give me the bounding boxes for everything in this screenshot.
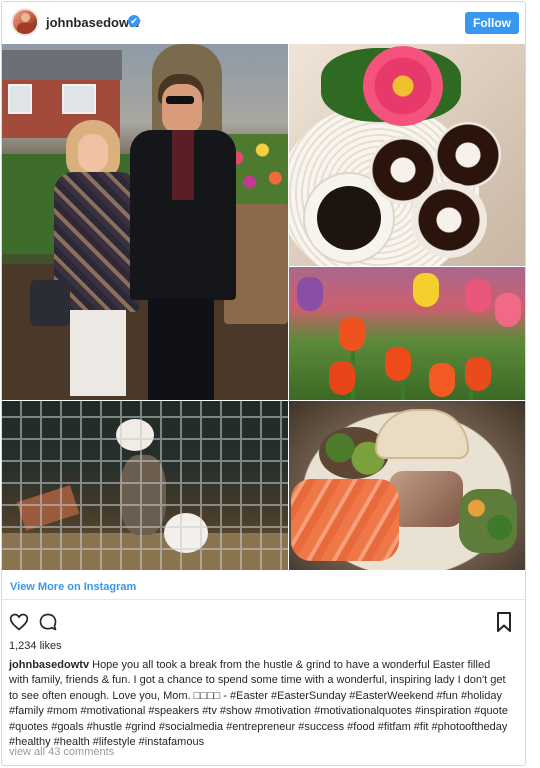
- handbag: [30, 280, 70, 326]
- pants: [70, 310, 126, 396]
- post-header: johnbasedowtv ✔ Follow: [2, 2, 525, 44]
- tulip: [413, 273, 439, 307]
- trousers: [148, 298, 214, 400]
- gerbera-flower: [363, 46, 443, 126]
- face: [78, 134, 108, 172]
- sliced-meat: [389, 471, 463, 527]
- verified-badge-icon: ✔: [128, 15, 140, 27]
- avatar-face: [21, 13, 30, 22]
- caption-username[interactable]: johnbasedowtv: [9, 659, 89, 671]
- tulip: [429, 363, 455, 397]
- face: [162, 84, 202, 134]
- pudding-cup: [411, 182, 487, 258]
- smoked-salmon: [291, 479, 399, 561]
- tulip: [385, 347, 411, 381]
- shirt: [172, 130, 194, 200]
- instagram-embed-card: johnbasedowtv ✔ Follow View More on Inst…: [1, 1, 526, 766]
- tulip: [329, 361, 355, 395]
- username-link[interactable]: johnbasedowtv: [46, 15, 141, 30]
- avatar[interactable]: [11, 8, 39, 36]
- photo-mother-and-son: [2, 44, 288, 400]
- wire-fence: [2, 401, 288, 570]
- vegetables: [459, 489, 517, 553]
- divider: [2, 599, 525, 600]
- tulip: [465, 357, 491, 391]
- tulip: [339, 317, 365, 351]
- tulip: [465, 279, 491, 313]
- post-caption: johnbasedowtv Hope you all took a break …: [9, 658, 511, 750]
- likes-count[interactable]: 1,234 likes: [9, 640, 62, 652]
- man-figure: [130, 74, 238, 400]
- comment-icon[interactable]: [38, 612, 58, 632]
- view-all-comments-link[interactable]: view all 43 comments: [9, 746, 114, 758]
- photo-coffee-and-pudding: [289, 44, 525, 266]
- photo-tulips: [289, 267, 525, 400]
- roof: [2, 50, 122, 80]
- sunglasses: [166, 96, 194, 104]
- follow-button[interactable]: Follow: [465, 12, 519, 34]
- tulip: [297, 277, 323, 311]
- tulip: [495, 293, 521, 327]
- view-more-on-instagram-link[interactable]: View More on Instagram: [10, 581, 136, 593]
- pudding-cup: [435, 122, 501, 188]
- post-image-collage[interactable]: [2, 44, 525, 570]
- caption-text: Hope you all took a break from the hustl…: [9, 659, 508, 749]
- window: [62, 84, 96, 114]
- photo-food-plate: [289, 401, 525, 570]
- avatar-shirt: [17, 23, 34, 34]
- window: [8, 84, 32, 114]
- tortilla: [375, 409, 469, 459]
- heart-icon[interactable]: [9, 612, 29, 632]
- woman-figure: [30, 120, 142, 400]
- photo-bunnies-in-pen: [2, 401, 288, 570]
- bookmark-icon[interactable]: [496, 612, 512, 632]
